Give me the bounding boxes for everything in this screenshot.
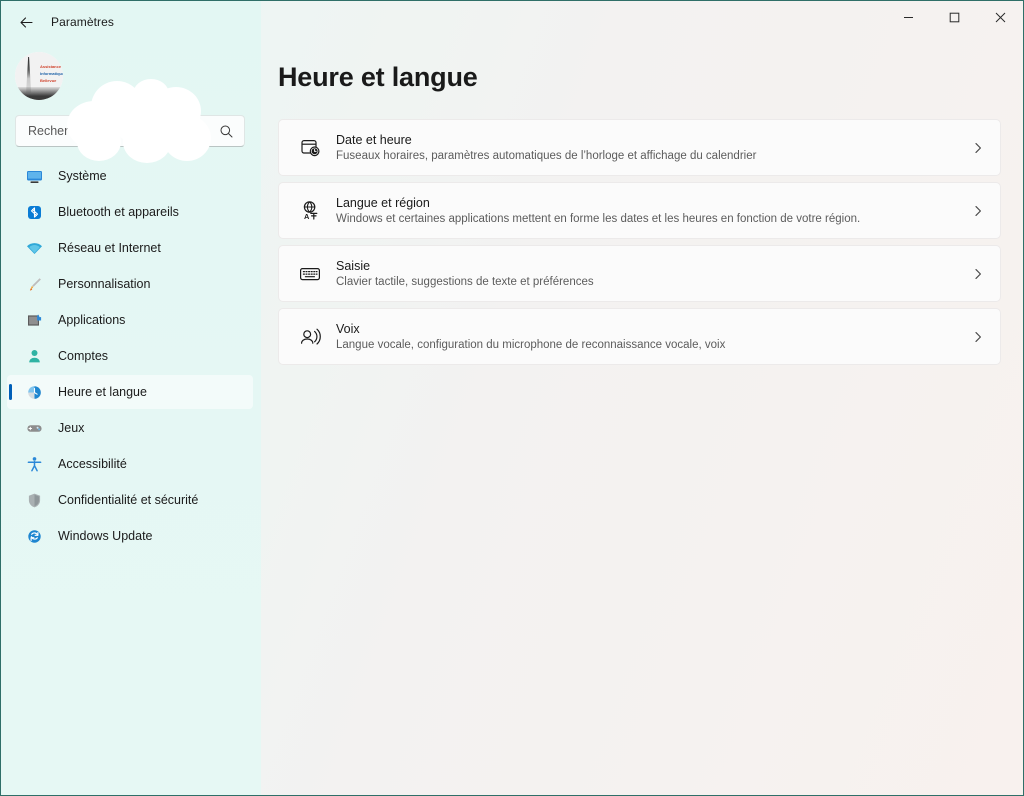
avatar-logo-line2: Informatique	[39, 71, 63, 77]
monitor-icon	[25, 167, 43, 185]
settings-card-langue-et-region[interactable]: A Langue et région Windows et certaines …	[278, 182, 1001, 239]
search-input[interactable]	[28, 124, 219, 138]
page-title: Heure et langue	[278, 62, 478, 92]
accessibility-icon	[25, 455, 43, 473]
sidebar-item-bluetooth-et-appareils[interactable]: Bluetooth et appareils	[7, 195, 253, 229]
sidebar-item-reseau-et-internet[interactable]: Réseau et Internet	[7, 231, 253, 265]
chevron-right-icon[interactable]	[962, 142, 984, 154]
update-icon	[25, 527, 43, 545]
sidebar-item-label: Réseau et Internet	[58, 241, 161, 255]
settings-window: Paramètres Assistance Informatique Belle…	[0, 0, 1024, 796]
sidebar-item-confidentialite-et-securite[interactable]: Confidentialité et sécurité	[7, 483, 253, 517]
sidebar-item-windows-update[interactable]: Windows Update	[7, 519, 253, 553]
search-icon	[219, 124, 234, 139]
card-subtitle: Windows et certaines applications metten…	[336, 212, 861, 225]
window-caption-buttons	[885, 1, 1023, 43]
clock-globe-icon	[25, 383, 43, 401]
sidebar-item-comptes[interactable]: Comptes	[7, 339, 253, 373]
card-title: Date et heure	[336, 132, 412, 147]
card-title: Saisie	[336, 258, 371, 273]
sidebar-item-label: Personnalisation	[58, 277, 151, 291]
apps-icon	[25, 311, 43, 329]
sidebar-item-accessibilite[interactable]: Accessibilité	[7, 447, 253, 481]
sidebar-item-label: Bluetooth et appareils	[58, 205, 179, 219]
main-content: Heure et langue Date et heure Fuseaux ho…	[261, 43, 1023, 795]
sidebar: Assistance Informatique Bellevue Recherc…	[1, 1, 261, 795]
sidebar-item-jeux[interactable]: Jeux	[7, 411, 253, 445]
card-text: Date et heure Fuseaux horaires, paramètr…	[328, 132, 962, 164]
settings-card-saisie[interactable]: Saisie Clavier tactile, suggestions de t…	[278, 245, 1001, 302]
card-text: Langue et région Windows et certaines ap…	[328, 195, 962, 227]
svg-text:A: A	[304, 212, 310, 221]
paintbrush-icon	[25, 275, 43, 293]
close-button[interactable]	[977, 1, 1023, 33]
chevron-right-icon[interactable]	[962, 331, 984, 343]
speech-icon	[292, 326, 328, 348]
settings-card-voix[interactable]: Voix Langue vocale, configuration du mic…	[278, 308, 1001, 365]
globe-language-icon: A	[292, 200, 328, 221]
sidebar-item-label: Accessibilité	[58, 457, 127, 471]
settings-card-date-et-heure[interactable]: Date et heure Fuseaux horaires, paramètr…	[278, 119, 1001, 176]
card-title: Voix	[336, 321, 360, 336]
avatar: Assistance Informatique Bellevue	[15, 52, 63, 100]
sidebar-item-label: Comptes	[58, 349, 109, 363]
sidebar-item-label: Heure et langue	[58, 385, 147, 399]
wifi-icon	[25, 239, 43, 257]
card-text: Voix Langue vocale, configuration du mic…	[328, 321, 962, 353]
back-button[interactable]	[9, 7, 43, 37]
keyboard-icon	[292, 263, 328, 285]
sidebar-item-personnalisation[interactable]: Personnalisation	[7, 267, 253, 301]
app-title: Paramètres	[51, 15, 115, 29]
sidebar-item-applications[interactable]: Applications	[7, 303, 253, 337]
sidebar-item-label: Confidentialité et sécurité	[58, 493, 199, 507]
titlebar: Paramètres	[1, 1, 1023, 43]
sidebar-item-label: Jeux	[58, 421, 85, 435]
gamepad-icon	[25, 419, 43, 437]
sidebar-item-systeme[interactable]: Système	[7, 159, 253, 193]
card-title: Langue et région	[336, 195, 430, 210]
card-text: Saisie Clavier tactile, suggestions de t…	[328, 258, 962, 290]
sidebar-item-label: Applications	[58, 313, 126, 327]
sidebar-item-label: Windows Update	[58, 529, 153, 543]
card-subtitle: Fuseaux horaires, paramètres automatique…	[336, 149, 757, 162]
card-subtitle: Clavier tactile, suggestions de texte et…	[336, 275, 594, 288]
avatar-logo-line1: Assistance	[39, 64, 62, 70]
sidebar-item-heure-et-langue[interactable]: Heure et langue	[7, 375, 253, 409]
avatar-logo-line3: Bellevue	[39, 77, 57, 83]
calendar-clock-icon	[292, 137, 328, 158]
person-icon	[25, 347, 43, 365]
chevron-right-icon[interactable]	[962, 268, 984, 280]
bluetooth-icon	[25, 203, 43, 221]
account-section[interactable]: Assistance Informatique Bellevue	[1, 43, 261, 163]
sidebar-nav: Système Bluetooth et appareils Réseau et…	[1, 159, 261, 553]
maximize-button[interactable]	[931, 1, 977, 33]
card-subtitle: Langue vocale, configuration du micropho…	[336, 338, 726, 351]
search-box[interactable]	[15, 115, 245, 147]
sidebar-item-label: Système	[58, 169, 107, 183]
chevron-right-icon[interactable]	[962, 205, 984, 217]
shield-icon	[25, 491, 43, 509]
minimize-button[interactable]	[885, 1, 931, 33]
